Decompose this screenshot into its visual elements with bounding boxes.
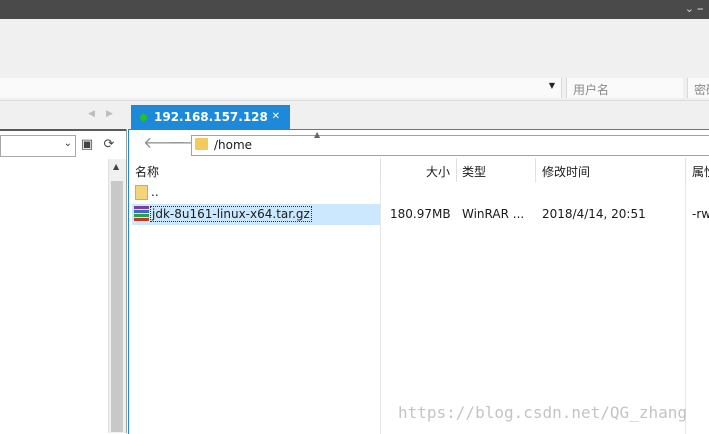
- window-controls[interactable]: ⌄ ⎯: [685, 3, 703, 15]
- file-modified: 2018/4/14, 20:51: [542, 207, 646, 221]
- host-input[interactable]: ▼: [0, 78, 562, 98]
- watermark: https://blog.csdn.net/QG_zhang: [398, 403, 687, 422]
- back-arrow-icon[interactable]: 🡐: [143, 135, 186, 151]
- remote-nav-bar: 🡐 🡒 /home ▲: [129, 130, 709, 158]
- forward-arrow-icon[interactable]: 🡒: [167, 135, 210, 151]
- column-header-modified[interactable]: 修改时间: [542, 163, 590, 180]
- tab-scroll-right-icon[interactable]: ▶: [106, 109, 113, 119]
- file-attributes: -rw: [692, 207, 709, 221]
- local-pane: ⌄ ▣ ⟳ ▲: [0, 129, 127, 433]
- refresh-icon[interactable]: ⟳: [101, 137, 117, 153]
- table-row[interactable]: ..: [129, 182, 709, 203]
- host-dropdown-icon[interactable]: ▼: [549, 81, 555, 90]
- tab-session[interactable]: 192.168.157.128 ✕: [131, 105, 290, 129]
- connection-status-icon: [140, 114, 147, 121]
- local-scrollbar-thumb[interactable]: [111, 181, 123, 432]
- local-folder-icon[interactable]: ▣: [79, 137, 95, 153]
- scroll-up-icon[interactable]: ▲: [113, 162, 119, 171]
- chevron-down-icon[interactable]: ⌄: [64, 138, 72, 149]
- column-header-type[interactable]: 类型: [462, 163, 486, 180]
- local-path-select[interactable]: ⌄: [0, 135, 76, 157]
- local-scrollbar[interactable]: ▲: [108, 159, 126, 433]
- file-list-header: 名称 大小 类型 修改时间 属性: [129, 158, 709, 182]
- tab-session-label: 192.168.157.128: [154, 110, 268, 124]
- folder-icon: [195, 138, 208, 150]
- file-size: 180.97MB: [390, 207, 451, 221]
- connection-bar: ▼ 用户名 密码: [0, 77, 709, 101]
- title-bar: ⌄ ⎯: [0, 0, 709, 19]
- tab-bar: ◀ ▶ 192.168.157.128 ✕: [0, 101, 709, 129]
- column-header-attributes[interactable]: 属性: [692, 163, 709, 180]
- sort-caret-icon: ▲: [314, 130, 321, 139]
- remote-path-input[interactable]: /home ▲: [191, 130, 709, 156]
- file-type: WinRAR ...: [462, 207, 525, 221]
- main-toolbar: [0, 19, 709, 78]
- file-name: ..: [151, 185, 159, 199]
- column-header-size[interactable]: 大小: [426, 163, 450, 180]
- tab-scroll-left-icon[interactable]: ◀: [88, 109, 95, 119]
- winrar-archive-icon: [134, 206, 149, 223]
- column-header-name[interactable]: 名称: [135, 163, 159, 180]
- folder-icon: [135, 185, 148, 200]
- remote-pane: 🡐 🡒 /home ▲ 名称 大小 类型 修改时间 属性 .. jdk-8u16…: [128, 129, 709, 434]
- password-input[interactable]: 密码: [687, 78, 709, 98]
- username-placeholder: 用户名: [573, 83, 610, 97]
- username-input[interactable]: 用户名: [566, 78, 683, 98]
- tab-close-icon[interactable]: ✕: [272, 111, 280, 122]
- file-name: jdk-8u161-linux-x64.tar.gz: [150, 206, 312, 222]
- table-row[interactable]: jdk-8u161-linux-x64.tar.gz 180.97MB WinR…: [129, 204, 709, 225]
- password-placeholder: 密码: [694, 83, 709, 97]
- remote-path-text: /home: [214, 138, 253, 152]
